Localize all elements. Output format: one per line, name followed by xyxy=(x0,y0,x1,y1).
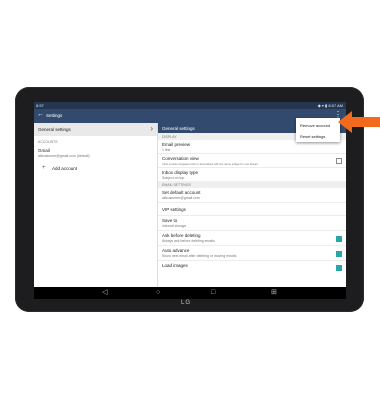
menu-item-remove-account[interactable]: Remove account xyxy=(300,123,330,128)
ask-before-deleting-checkbox[interactable] xyxy=(336,236,342,242)
nav-home-icon[interactable]: ○ xyxy=(156,288,160,297)
account-item-gmail[interactable]: Gmail attcustomer@gmail.com (default) xyxy=(34,146,157,160)
nav-dual-window-icon[interactable]: ⊞ xyxy=(271,288,277,297)
status-icons: ◆ ▾ ▮ 8:57 AM xyxy=(317,103,343,108)
vip-settings-row[interactable]: VIP settings xyxy=(158,203,346,216)
auto-advance-desc: Show next email after deleting or moving… xyxy=(162,254,237,258)
inbox-display-row[interactable]: Inbox display type Subject on top xyxy=(158,168,346,182)
ask-before-deleting-title: Ask before deleting xyxy=(162,233,201,238)
load-images-checkbox[interactable] xyxy=(336,265,342,271)
back-arrow-icon[interactable]: ← xyxy=(37,111,44,119)
nav-back-icon[interactable]: ◁ xyxy=(102,288,107,297)
display-section-label: DISPLAY xyxy=(162,134,177,139)
ask-before-deleting-row[interactable]: Ask before deleting Always ask before de… xyxy=(158,231,346,246)
account-email: attcustomer@gmail.com (default) xyxy=(38,154,90,158)
add-account-button[interactable]: + Add account xyxy=(34,164,157,174)
default-account-row[interactable]: Set default account attcustomer@gmail.co… xyxy=(158,188,346,203)
inbox-display-value: Subject on top xyxy=(162,175,185,180)
load-images-title: Load images xyxy=(162,263,188,268)
pane-header-title: General settings xyxy=(162,126,195,131)
auto-advance-checkbox[interactable] xyxy=(336,251,342,257)
auto-advance-row[interactable]: Auto advance Show next email after delet… xyxy=(158,246,346,261)
save-to-row[interactable]: Save to Internal storage xyxy=(158,216,346,231)
accounts-section-header: ACCOUNTS xyxy=(38,140,58,144)
app-title: Settings xyxy=(46,113,63,118)
status-time: 8:57 xyxy=(36,103,44,108)
ask-before-deleting-desc: Always ask before deleting emails xyxy=(162,239,215,243)
load-images-row[interactable]: Load images xyxy=(158,261,346,275)
conversation-view-checkbox[interactable] xyxy=(336,158,342,164)
save-to-title: Save to xyxy=(162,218,178,223)
general-settings-pane: General settings DISPLAY Email preview 1… xyxy=(158,123,346,287)
email-settings-section-header: EMAIL SETTINGS xyxy=(158,181,346,188)
default-account-title: Set default account xyxy=(162,190,201,195)
lg-logo: LG xyxy=(181,300,192,306)
email-preview-title: Email preview xyxy=(162,142,191,147)
inbox-display-title: Inbox display type xyxy=(162,170,199,175)
auto-advance-title: Auto advance xyxy=(162,248,190,253)
account-name: Gmail xyxy=(38,148,50,153)
chevron-right-icon: › xyxy=(150,124,153,133)
default-account-value: attcustomer@gmail.com xyxy=(162,196,200,200)
settings-list-pane: General settings › ACCOUNTS Gmail attcus… xyxy=(34,123,158,287)
general-settings-item[interactable]: General settings › xyxy=(34,123,157,136)
status-bar: 8:57 ◆ ▾ ▮ 8:57 AM xyxy=(34,102,346,109)
add-account-label: Add account xyxy=(52,166,78,171)
general-settings-label: General settings xyxy=(38,127,71,132)
menu-item-reset-settings[interactable]: Reset settings xyxy=(300,134,325,139)
nav-recents-icon[interactable]: □ xyxy=(211,288,215,297)
email-settings-section-label: EMAIL SETTINGS xyxy=(162,182,191,187)
conversation-view-row[interactable]: Conversation view View emails navigated … xyxy=(158,154,346,168)
orange-arrow-icon xyxy=(338,111,380,133)
conversation-view-title: Conversation view xyxy=(162,156,199,161)
navigation-bar: ◁ ○ □ ⊞ xyxy=(34,287,346,299)
device-screen: 8:57 ◆ ▾ ▮ 8:57 AM ← Settings ⋮ General … xyxy=(34,102,346,299)
email-preview-value: 1 line xyxy=(162,147,171,152)
email-preview-row[interactable]: Email preview 1 line xyxy=(158,140,346,154)
overflow-menu: Remove account Reset settings xyxy=(296,118,340,142)
save-to-value: Internal storage xyxy=(162,224,187,228)
conversation-view-desc: View emails navigated with or associated… xyxy=(162,161,258,166)
plus-icon: + xyxy=(42,165,46,171)
vip-settings-title: VIP settings xyxy=(162,206,186,212)
